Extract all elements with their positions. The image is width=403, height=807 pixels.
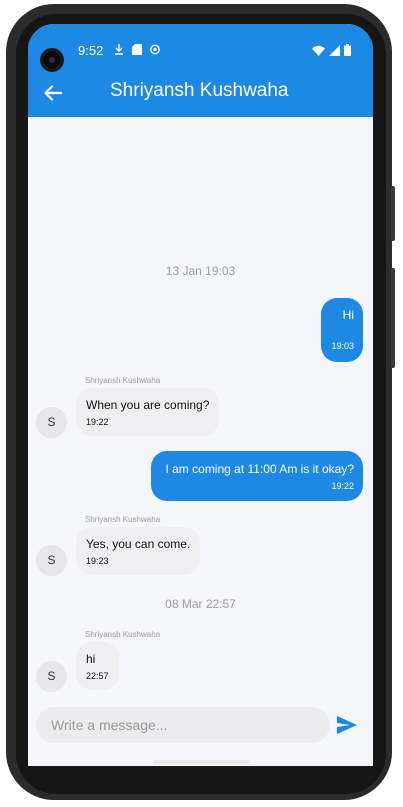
message-list[interactable]: 13 Jan 19:03 Hi 19:03 Shriyansh Kushwaha… [28, 117, 373, 707]
home-gesture-bar[interactable] [153, 760, 249, 764]
avatar: S [36, 545, 67, 576]
avatar: S [36, 661, 67, 692]
outgoing-message[interactable]: Hi 19:03 [321, 298, 363, 362]
avatar: S [36, 407, 67, 438]
message-input[interactable] [36, 707, 330, 743]
chat-title: Shriyansh Kushwaha [110, 80, 289, 101]
sender-name: Shriyansh Kushwaha [85, 376, 161, 385]
app-notification-icon [150, 44, 160, 55]
message-text: Hi [342, 308, 354, 322]
send-icon[interactable] [336, 715, 358, 735]
message-time: 19:22 [86, 417, 109, 427]
message-time: 19:22 [331, 481, 354, 491]
message-time: 22:57 [86, 671, 109, 681]
status-bar: 9:52 [28, 36, 373, 72]
download-icon [115, 44, 123, 55]
message-text: Yes, you can come. [86, 537, 191, 551]
battery-icon [344, 44, 351, 56]
message-text: When you are coming? [86, 398, 210, 412]
message-time: 19:03 [331, 341, 354, 351]
incoming-message[interactable]: Yes, you can come. 19:23 [76, 527, 200, 575]
status-time: 9:52 [78, 43, 104, 58]
back-arrow-icon[interactable] [42, 82, 64, 104]
outgoing-message[interactable]: I am coming at 11:00 Am is it okay? 19:2… [151, 451, 363, 501]
message-composer [28, 707, 373, 766]
sd-card-icon [132, 44, 142, 55]
status-system-icons [312, 44, 351, 56]
message-time: 19:23 [86, 556, 109, 566]
phone-device: 9:52 Shriyansh Kushwaha 13 Jan 19:03 Hi [0, 0, 403, 807]
message-text: I am coming at 11:00 Am is it okay? [165, 462, 354, 476]
power-button [391, 186, 395, 241]
status-notification-icons [114, 44, 160, 55]
date-separator: 13 Jan 19:03 [165, 264, 236, 278]
app-screen: 9:52 Shriyansh Kushwaha 13 Jan 19:03 Hi [28, 24, 373, 766]
message-text: hi [86, 652, 96, 666]
incoming-message[interactable]: When you are coming? 19:22 [76, 388, 219, 436]
front-camera [40, 48, 64, 72]
app-bar: 9:52 Shriyansh Kushwaha [28, 24, 373, 117]
date-separator: 08 Mar 22:57 [165, 597, 236, 611]
incoming-message[interactable]: hi 22:57 [76, 642, 119, 690]
sender-name: Shriyansh Kushwaha [85, 630, 161, 639]
signal-icon [329, 44, 340, 56]
sender-name: Shriyansh Kushwaha [85, 515, 161, 524]
volume-button [391, 268, 395, 368]
wifi-icon [312, 45, 325, 56]
